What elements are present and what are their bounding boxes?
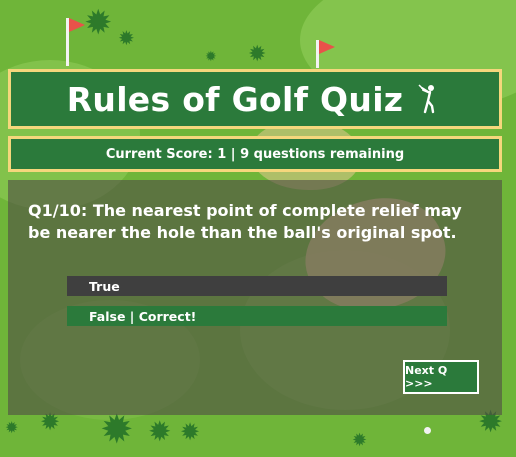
question-panel: Q1/10: The nearest point of complete rel… (8, 180, 502, 415)
flag-icon (66, 18, 85, 66)
shrub-icon: ✹ (148, 415, 172, 448)
golf-ball-icon (424, 427, 431, 434)
score-banner: Current Score: 1 | 9 questions remaining (8, 136, 502, 172)
shrub-icon: ✹ (205, 49, 217, 65)
answer-false-button[interactable]: False | Correct! (67, 306, 447, 326)
flag-icon (316, 40, 335, 68)
question-text: Q1/10: The nearest point of complete rel… (28, 201, 462, 242)
score-text: Current Score: 1 | 9 questions remaining (105, 146, 405, 162)
shrub-icon: ✹ (100, 407, 134, 453)
next-question-button[interactable]: Next Q >>> (403, 360, 479, 394)
shrub-icon: ✹ (248, 42, 267, 67)
shrub-icon: ✹ (352, 430, 368, 451)
shrub-icon: ✹ (84, 3, 113, 43)
answer-label: True (89, 278, 120, 294)
shrub-icon: ✹ (180, 418, 201, 446)
shrub-icon: ✹ (5, 418, 19, 437)
shrub-icon: ✹ (118, 26, 135, 50)
answer-true-button[interactable]: True (67, 276, 447, 296)
golfer-icon (417, 84, 443, 114)
quiz-title-banner: Rules of Golf Quiz (8, 69, 502, 129)
quiz-title: Rules of Golf Quiz (66, 79, 404, 119)
answer-label: False | Correct! (89, 308, 197, 324)
